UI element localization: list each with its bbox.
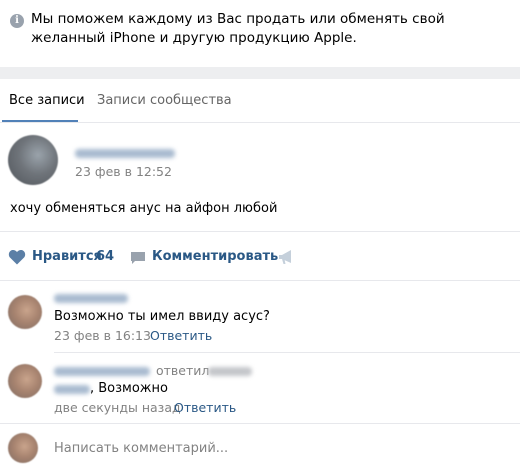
replied-label: ответил [156,363,210,378]
comment-text: Возможно ты имел ввиду асус? [54,309,270,324]
divider [54,352,520,353]
reply-button[interactable]: Ответить [150,328,212,343]
tab-all-posts[interactable]: Все записи [9,93,85,108]
post-text: хочу обменяться анус на айфон любой [10,201,278,216]
like-button[interactable]: Нравится [32,249,102,264]
wall-card: Все записи Записи сообщества 23 фев в 12… [0,79,520,470]
post-author-name-blurred[interactable] [75,149,175,158]
megaphone-icon[interactable] [278,249,294,269]
comment-date[interactable]: две секунды назад [54,400,181,415]
divider [0,423,520,424]
post-author-avatar[interactable] [8,135,58,185]
comment-author-avatar[interactable] [8,295,42,329]
divider [0,231,520,232]
community-description: Мы поможем каждому из Вас продать или об… [31,11,445,46]
comment-author-name-blurred[interactable] [54,367,150,376]
comment-icon[interactable] [130,251,146,269]
divider [0,280,520,281]
reply-button[interactable]: Ответить [174,400,236,415]
comment-date[interactable]: 23 фев в 16:13 [54,328,151,343]
wall-tabs: Все записи Записи сообщества [0,79,520,123]
info-icon: i [10,14,24,28]
comment-author-avatar[interactable] [8,364,42,398]
current-user-avatar [8,433,38,463]
comment-input[interactable]: Написать комментарий... [54,441,228,456]
replied-to-name-blurred[interactable] [208,367,252,376]
like-count[interactable]: 64 [96,249,114,264]
mention-name-blurred[interactable] [54,385,90,394]
comment-text: , Возможно [90,381,168,396]
community-info-banner: i Мы поможем каждому из Вас продать или … [0,0,520,67]
post-date[interactable]: 23 фев в 12:52 [75,164,172,179]
tab-community-posts[interactable]: Записи сообщества [97,93,232,108]
active-tab-indicator [2,120,78,122]
heart-icon[interactable] [8,249,26,269]
comment-button[interactable]: Комментировать [152,249,278,264]
comment-author-name-blurred[interactable] [54,294,128,303]
